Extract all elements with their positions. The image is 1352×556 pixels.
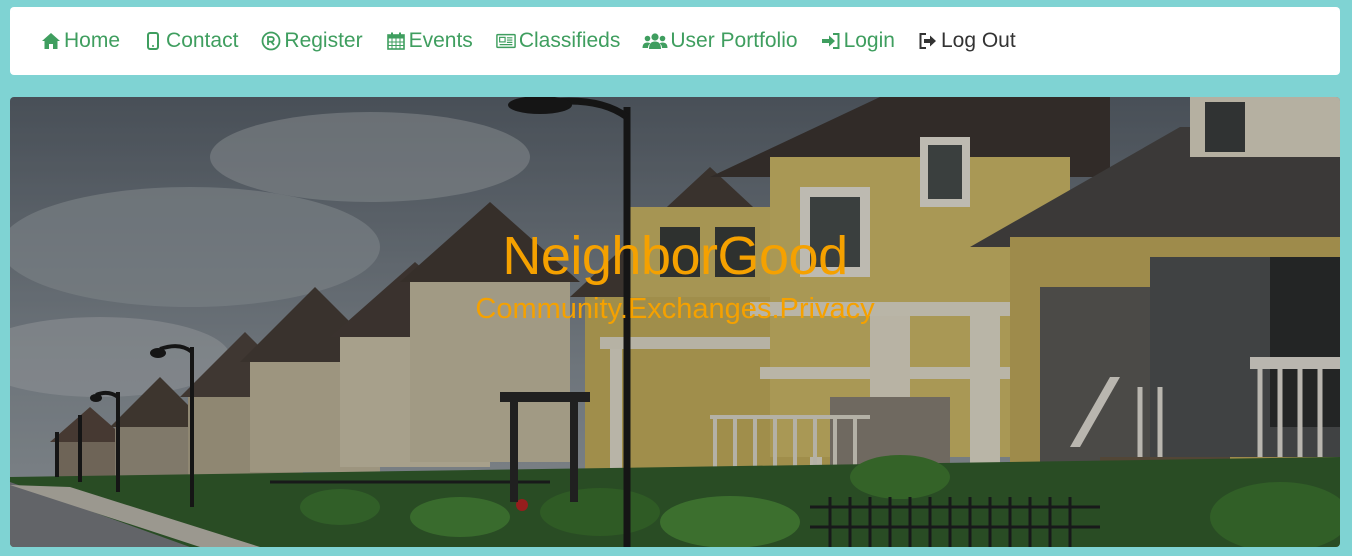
hero-subtitle: Community.Exchanges.Privacy [475,293,875,325]
mobile-icon [142,30,164,52]
nav-home-label: Home [64,29,121,52]
users-icon [642,30,668,52]
sign-out-icon [917,30,939,52]
nav-user-portfolio-label: User Portfolio [670,29,798,52]
newspaper-icon [495,30,517,52]
nav-home-link[interactable]: Home [40,29,120,53]
top-navbar: Home Contact Register Events Classifieds… [10,7,1340,75]
nav-register-label: Register [284,29,363,52]
hero-banner: NeighborGood Community.Exchanges.Privacy [10,97,1340,547]
nav-logout-link[interactable]: Log Out [917,29,1016,53]
nav-classifieds-link[interactable]: Classifieds [495,29,621,53]
calendar-icon [385,30,407,52]
registered-icon [260,30,282,52]
nav-events-label: Events [408,29,473,52]
nav-user-portfolio-link[interactable]: User Portfolio [642,29,798,53]
nav-contact-label: Contact [166,29,239,52]
nav-register-link[interactable]: Register [260,29,363,53]
nav-classifieds-label: Classifieds [518,29,621,52]
nav-login-label: Login [843,29,895,52]
nav-contact-link[interactable]: Contact [142,29,238,53]
nav-events-link[interactable]: Events [385,29,473,53]
sign-in-icon [820,30,842,52]
nav-logout-label: Log Out [940,29,1016,52]
hero-title: NeighborGood [502,226,848,286]
home-icon [40,30,62,52]
nav-login-link[interactable]: Login [820,29,895,53]
